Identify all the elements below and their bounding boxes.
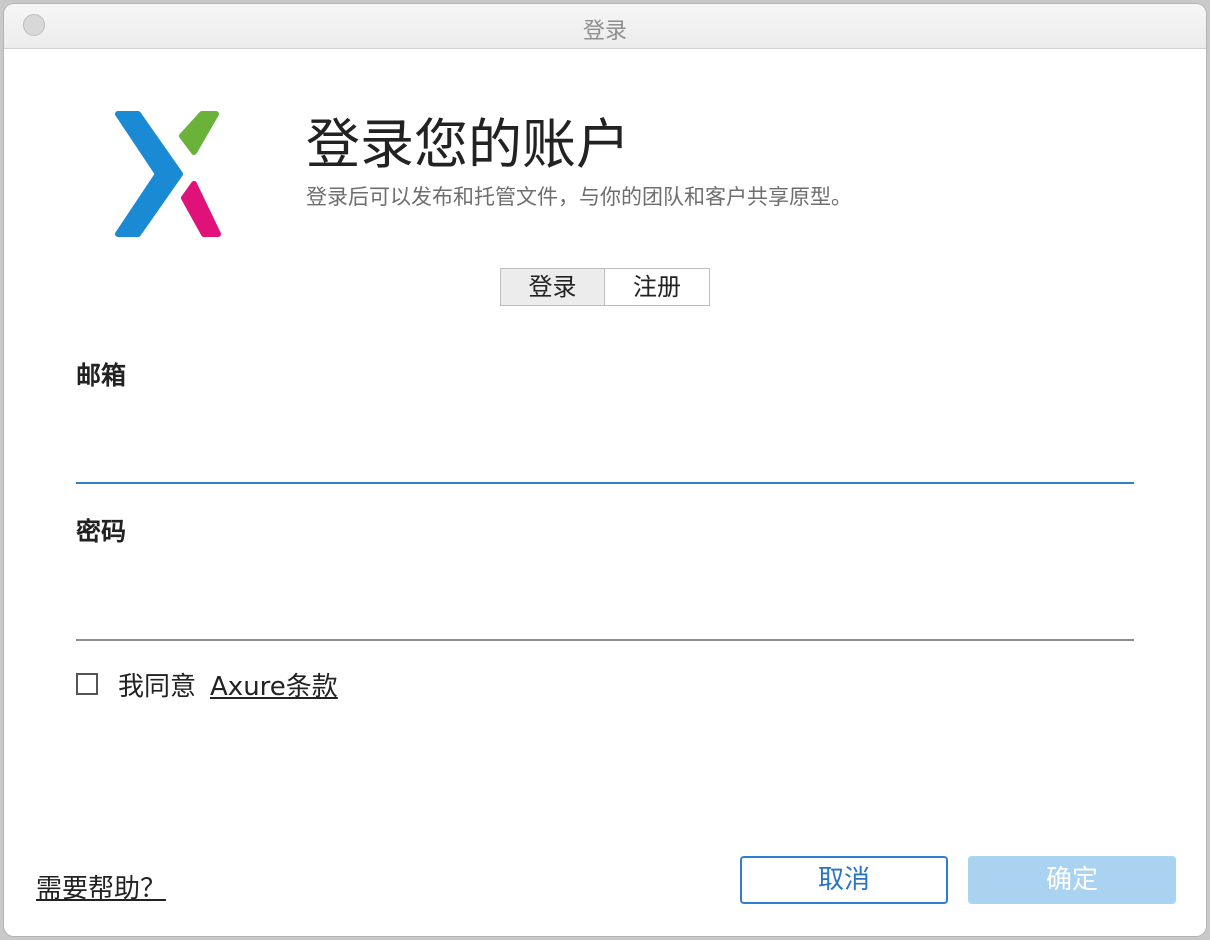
- title-bar: 登录: [4, 4, 1206, 49]
- login-dialog: 登录 登录您的账户 登录后可以发布和托管文件，与你的团队和客户共享原型。 登录 …: [4, 4, 1206, 936]
- confirm-button[interactable]: 确定: [968, 856, 1176, 904]
- axure-logo-icon: [115, 111, 221, 237]
- tab-register[interactable]: 注册: [605, 269, 709, 305]
- agree-terms-checkbox[interactable]: [76, 673, 98, 695]
- page-title: 登录您的账户: [306, 113, 630, 176]
- agree-label: 我同意: [118, 671, 197, 702]
- page-subtitle: 登录后可以发布和托管文件，与你的团队和客户共享原型。: [306, 185, 852, 209]
- terms-agreement-row: 我同意 Axure条款: [76, 666, 338, 703]
- password-field[interactable]: [76, 601, 1134, 641]
- email-field[interactable]: [76, 444, 1134, 484]
- window-title: 登录: [582, 19, 627, 44]
- login-register-tabs: 登录 注册: [500, 268, 710, 306]
- help-link[interactable]: 需要帮助？: [36, 868, 166, 905]
- email-label: 邮箱: [76, 361, 127, 390]
- tab-login[interactable]: 登录: [501, 269, 605, 305]
- password-label: 密码: [76, 517, 127, 546]
- terms-link[interactable]: Axure条款: [210, 666, 338, 703]
- cancel-button[interactable]: 取消: [740, 856, 948, 904]
